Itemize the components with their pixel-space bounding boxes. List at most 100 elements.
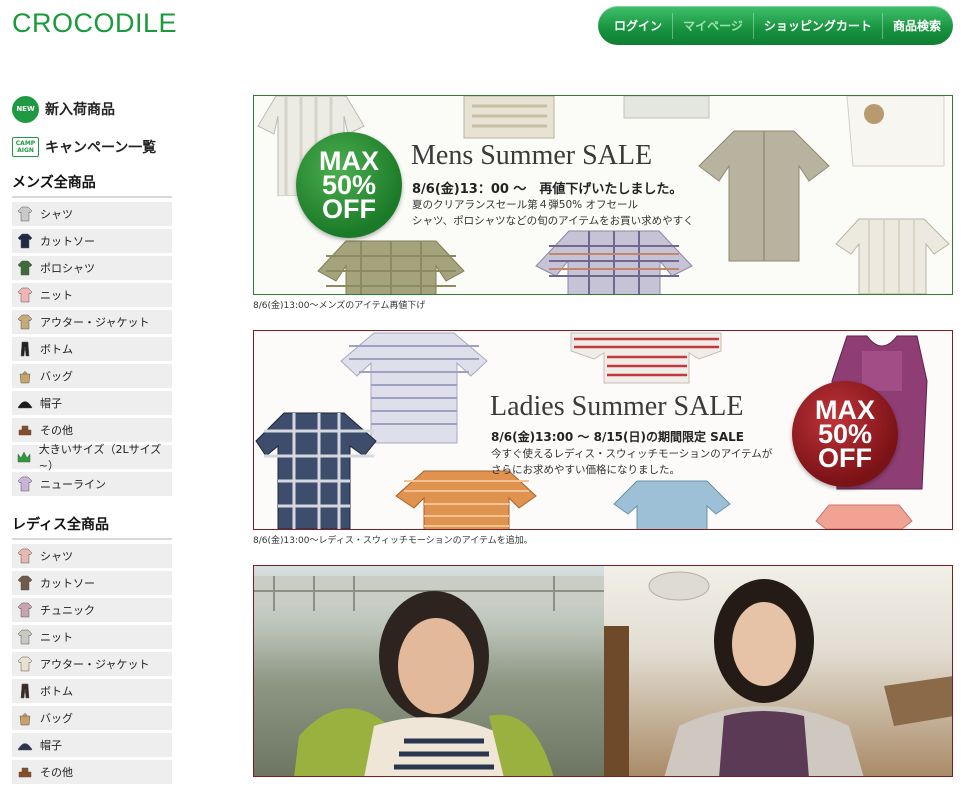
mens-category-item[interactable]: ポロシャツ	[12, 256, 172, 280]
category-label: シャツ	[40, 550, 73, 563]
nav-login[interactable]: ログイン	[614, 17, 662, 34]
max-50-off-badge: MAX 50% OFF	[296, 132, 402, 238]
mens-category-item[interactable]: バッグ	[12, 364, 172, 388]
shirt-image	[815, 504, 913, 529]
category-label: チュニック	[40, 604, 95, 617]
main-content: MAX 50% OFF Mens Summer SALE 8/6(金)13：00…	[253, 95, 953, 777]
mens-banner-text-line: シャツ、ポロシャツなどの旬のアイテムをお買い求めやすく	[412, 215, 694, 227]
ladies-category-item[interactable]: アウター・ジャケット	[12, 652, 172, 676]
garment-icon	[16, 709, 34, 727]
nav-divider	[752, 12, 754, 39]
shirt-image	[463, 96, 555, 139]
ladies-category-title[interactable]: レディス全商品	[12, 514, 172, 540]
garment-icon	[16, 601, 34, 619]
garment-icon	[16, 448, 33, 466]
ladies-category-item[interactable]: シャツ	[12, 544, 172, 568]
shirt-image	[255, 412, 377, 529]
campaign-icon: CAMP AIGN	[12, 137, 39, 157]
model-photo-right	[604, 566, 952, 776]
garment-icon	[16, 205, 34, 223]
mens-banner-subtitle: 8/6(金)13：00 ～ 再値下げいたしました。	[412, 182, 683, 197]
nav-shopping-cart[interactable]: ショッピングカート	[764, 17, 872, 34]
garment-icon	[16, 232, 34, 250]
garment-icon	[16, 286, 34, 304]
category-label: ボトム	[40, 343, 73, 356]
garment-icon	[16, 574, 34, 592]
category-label: カットソー	[40, 577, 95, 590]
mens-category-item[interactable]: ニット	[12, 283, 172, 307]
garment-icon	[16, 547, 34, 565]
mens-banner-title: Mens Summer SALE	[411, 140, 653, 171]
ladies-category-item[interactable]: 帽子	[12, 733, 172, 757]
nav-mypage[interactable]: マイページ	[683, 17, 743, 34]
badge-line: OFF	[818, 443, 872, 473]
category-label: バッグ	[40, 370, 73, 383]
model-illustration	[254, 576, 604, 776]
ladies-category-item[interactable]: カットソー	[12, 571, 172, 595]
garment-icon	[16, 394, 34, 412]
shirt-image	[623, 96, 710, 119]
lifestyle-photo-banner[interactable]	[253, 565, 953, 777]
ladies-category-item[interactable]: その他	[12, 760, 172, 784]
category-label: ボトム	[40, 685, 73, 698]
mens-category-item[interactable]: シャツ	[12, 202, 172, 226]
garment-icon	[16, 763, 34, 781]
ladies-summer-sale-banner[interactable]: MAX 50% OFF Ladies Summer SALE 8/6(金)13:…	[253, 330, 953, 530]
shirt-image	[835, 218, 950, 294]
ladies-banner-caption[interactable]: 8/6(金)13:00～レディス・スウィッチモーションのアイテムを追加。	[253, 533, 953, 565]
ladies-category-list: シャツカットソーチュニックニットアウター・ジャケット ボトムバッグ帽子その他	[12, 544, 174, 784]
mens-category-item[interactable]: アウター・ジャケット	[12, 310, 172, 334]
ladies-banner-text: 今すぐ使えるレディス・スウィッチモーションのアイテムが さらにお求めやすい価格に…	[491, 446, 772, 478]
category-label: カットソー	[40, 235, 95, 248]
ladies-category-item[interactable]: ボトム	[12, 679, 172, 703]
category-label: シャツ	[40, 208, 73, 221]
site-logo[interactable]: CROCODILE	[12, 8, 177, 39]
garment-icon	[16, 682, 34, 700]
shirt-image	[317, 240, 465, 294]
garment-icon	[16, 367, 34, 385]
ladies-category-item[interactable]: バッグ	[12, 706, 172, 730]
mens-summer-sale-banner[interactable]: MAX 50% OFF Mens Summer SALE 8/6(金)13：00…	[253, 95, 953, 295]
mens-category-list: シャツカットソーポロシャツニットアウター・ジャケット ボトムバッグ帽子その他大きい…	[12, 202, 174, 496]
sidebar-campaigns[interactable]: CAMP AIGN キャンペーン一覧	[12, 134, 174, 160]
ladies-banner-text-line: 今すぐ使えるレディス・スウィッチモーションのアイテムが	[491, 448, 773, 460]
nav-product-search[interactable]: 商品検索	[893, 17, 941, 34]
garment-icon	[16, 421, 34, 439]
mens-category-item[interactable]: 帽子	[12, 391, 172, 415]
mens-category-item[interactable]: 大きいサイズ（2Lサイズ~）	[12, 443, 172, 472]
category-label: 帽子	[40, 739, 62, 752]
ladies-category-item[interactable]: チュニック	[12, 598, 172, 622]
garment-icon	[16, 475, 34, 493]
mens-banner-text-line: 夏のクリアランスセール第４弾50% オフセール	[412, 199, 638, 211]
model-photo-left	[254, 566, 604, 776]
garment-icon	[16, 628, 34, 646]
new-icon: NEW	[12, 95, 39, 123]
model-illustration	[604, 571, 952, 776]
mens-category-item[interactable]: ニューライン	[12, 472, 172, 496]
mens-banner-text: 夏のクリアランスセール第４弾50% オフセール シャツ、ポロシャツなどの旬のアイ…	[412, 197, 694, 229]
sidebar-new-arrivals[interactable]: NEW 新入荷商品	[12, 95, 174, 123]
mens-category-title[interactable]: メンズ全商品	[12, 172, 172, 198]
nav-divider	[881, 12, 883, 39]
garment-icon	[16, 655, 34, 673]
category-label: その他	[40, 766, 73, 779]
ladies-category-item[interactable]: ニット	[12, 625, 172, 649]
category-label: ニューライン	[40, 478, 106, 491]
mens-banner-caption[interactable]: 8/6(金)13:00～メンズのアイテム再値下げ	[253, 298, 953, 330]
category-label: アウター・ジャケット	[40, 316, 150, 329]
garment-icon	[16, 313, 34, 331]
category-label: ニット	[40, 631, 73, 644]
mens-category-item[interactable]: カットソー	[12, 229, 172, 253]
sidebar: NEW 新入荷商品 CAMP AIGN キャンペーン一覧 メンズ全商品 シャツカ…	[12, 95, 174, 787]
category-label: バッグ	[40, 712, 73, 725]
shirt-image	[535, 230, 693, 294]
category-label: アウター・ジャケット	[40, 658, 150, 671]
garment-icon	[16, 340, 34, 358]
ladies-banner-text-line: さらにお求めやすい価格になりました。	[491, 464, 680, 476]
shirt-image	[846, 96, 945, 167]
mens-category-item[interactable]: ボトム	[12, 337, 172, 361]
shirt-image	[570, 332, 722, 384]
top-navigation: ログイン マイページ ショッピングカート 商品検索	[598, 6, 953, 45]
category-label: その他	[40, 424, 73, 437]
mens-category-item[interactable]: その他	[12, 418, 172, 442]
